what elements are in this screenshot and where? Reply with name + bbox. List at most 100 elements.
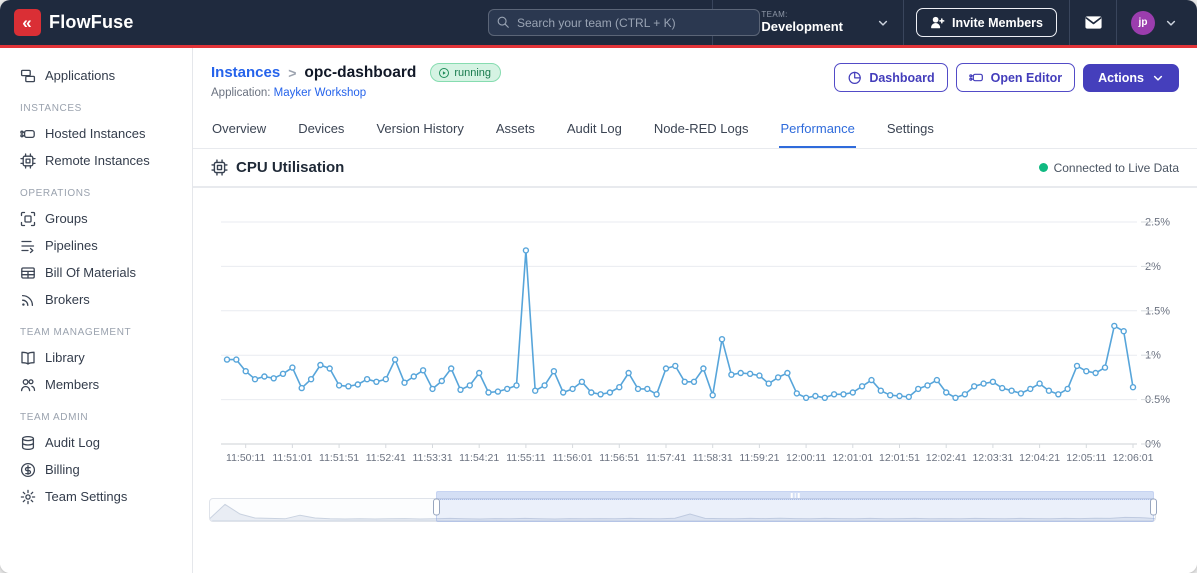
chart-point[interactable]	[793, 390, 800, 397]
chart-point[interactable]	[868, 376, 875, 384]
chart-point[interactable]	[223, 356, 231, 363]
chart-point[interactable]	[429, 385, 436, 393]
minimap-handle-left[interactable]	[433, 498, 441, 515]
chart-point[interactable]	[233, 356, 240, 363]
chart-point[interactable]	[709, 391, 716, 399]
chart-point[interactable]	[1129, 383, 1137, 391]
team-chevron-down-icon[interactable]	[877, 17, 889, 29]
chart-point[interactable]	[737, 369, 744, 377]
chart-point[interactable]	[896, 392, 903, 400]
user-menu[interactable]: jp	[1117, 0, 1183, 45]
chart-point[interactable]	[821, 394, 828, 402]
chart-point[interactable]	[298, 384, 305, 392]
chart-point[interactable]	[438, 377, 446, 385]
chart-point[interactable]	[662, 365, 670, 372]
chart-point[interactable]	[999, 384, 1006, 392]
chart-point[interactable]	[251, 375, 259, 383]
chart-point[interactable]	[1120, 327, 1127, 335]
chart-point[interactable]	[905, 393, 912, 401]
chart-point[interactable]	[522, 247, 530, 254]
chart-point[interactable]	[887, 391, 894, 399]
chart-point[interactable]	[1008, 387, 1015, 394]
chart-point[interactable]	[335, 382, 343, 389]
flowfuse-logo[interactable]: « FlowFuse	[14, 9, 134, 36]
chart-point[interactable]	[485, 389, 492, 396]
tab-overview[interactable]: Overview	[211, 113, 267, 148]
chart-point[interactable]	[616, 383, 623, 391]
chart-point[interactable]	[597, 391, 604, 398]
chart-point[interactable]	[1073, 362, 1081, 370]
dashboard-button[interactable]: Dashboard	[834, 63, 948, 92]
chart-point[interactable]	[989, 378, 997, 386]
chart-point[interactable]	[289, 364, 296, 371]
cpu-utilisation-chart[interactable]: 0% 0.5% 1% 1.5% 2% 2.5% 11:50:11 11:51:01 11:51:…	[193, 188, 1197, 489]
sidebar-item-billing[interactable]: Billing	[0, 456, 192, 483]
tab-node-red-logs[interactable]: Node-RED Logs	[653, 113, 750, 148]
sidebar-item-bill-of-materials[interactable]: Bill Of Materials	[0, 259, 192, 286]
chart-point[interactable]	[840, 391, 847, 398]
sidebar-item-members[interactable]: Members	[0, 371, 192, 398]
chart-point[interactable]	[746, 370, 754, 378]
chart-point[interactable]	[401, 379, 408, 386]
tab-version-history[interactable]: Version History	[375, 113, 464, 148]
chart-point[interactable]	[578, 378, 586, 386]
chart-point[interactable]	[672, 362, 679, 370]
user-chevron-down-icon[interactable]	[1165, 17, 1177, 29]
chart-point[interactable]	[550, 367, 558, 375]
chart-point[interactable]	[354, 381, 362, 388]
chart-point[interactable]	[457, 386, 464, 394]
chart-point[interactable]	[802, 394, 810, 402]
chart-point[interactable]	[915, 385, 922, 393]
user-avatar[interactable]: jp	[1131, 10, 1155, 35]
minimap-handle-right[interactable]	[1150, 498, 1158, 515]
notifications-button[interactable]	[1070, 0, 1116, 45]
chart-point[interactable]	[849, 389, 856, 396]
chart-point[interactable]	[980, 380, 987, 387]
sidebar-item-library[interactable]: Library	[0, 344, 192, 371]
application-link[interactable]: Mayker Workshop	[274, 87, 366, 99]
chart-point[interactable]	[1083, 367, 1090, 375]
chart-point[interactable]	[765, 380, 772, 387]
chart-point[interactable]	[307, 375, 315, 383]
chart-point[interactable]	[1101, 364, 1109, 371]
chart-point[interactable]	[933, 376, 941, 384]
chart-point[interactable]	[476, 369, 483, 377]
chart-point[interactable]	[317, 361, 324, 369]
chart-point[interactable]	[718, 335, 726, 343]
tab-assets[interactable]: Assets	[495, 113, 536, 148]
chart-point[interactable]	[1092, 369, 1099, 377]
chart-point[interactable]	[700, 365, 707, 372]
cpu-chart-svg[interactable]: 0%0.5%1%1.5%2%2.5%11:50:11 11:51:01 11:51:…	[209, 194, 1181, 484]
breadcrumb-instances-link[interactable]: Instances	[211, 64, 280, 81]
tab-performance[interactable]: Performance	[779, 113, 856, 148]
chart-point[interactable]	[1055, 391, 1062, 398]
chart-point[interactable]	[569, 385, 576, 393]
chart-point[interactable]	[634, 385, 642, 393]
actions-button[interactable]: Actions	[1083, 63, 1179, 92]
chart-point[interactable]	[391, 356, 399, 363]
chart-point[interactable]	[690, 378, 698, 386]
minimap-grip-icon[interactable]	[790, 493, 800, 498]
chart-point[interactable]	[326, 365, 333, 372]
chart-point[interactable]	[1036, 380, 1043, 387]
chart-point[interactable]	[532, 387, 539, 394]
chart-point[interactable]	[971, 383, 978, 390]
chart-point[interactable]	[363, 375, 371, 383]
chart-point[interactable]	[588, 389, 595, 396]
chart-point[interactable]	[784, 369, 791, 377]
open-editor-button[interactable]: Open Editor	[955, 63, 1076, 92]
chart-point[interactable]	[952, 394, 959, 402]
sidebar-item-hosted-instances[interactable]: Hosted Instances	[0, 120, 192, 147]
tab-settings[interactable]: Settings	[886, 113, 935, 148]
chart-point[interactable]	[447, 365, 455, 372]
chart-point[interactable]	[466, 382, 473, 389]
chart-point[interactable]	[877, 387, 884, 394]
chart-point[interactable]	[410, 373, 418, 380]
chart-point[interactable]	[513, 382, 520, 389]
chart-point[interactable]	[1027, 385, 1034, 393]
sidebar-item-groups[interactable]: Groups	[0, 205, 192, 232]
search-input[interactable]	[488, 9, 760, 36]
minimap-selection[interactable]	[433, 491, 1158, 522]
chart-minimap[interactable]	[209, 491, 1158, 522]
chart-point[interactable]	[728, 371, 735, 378]
